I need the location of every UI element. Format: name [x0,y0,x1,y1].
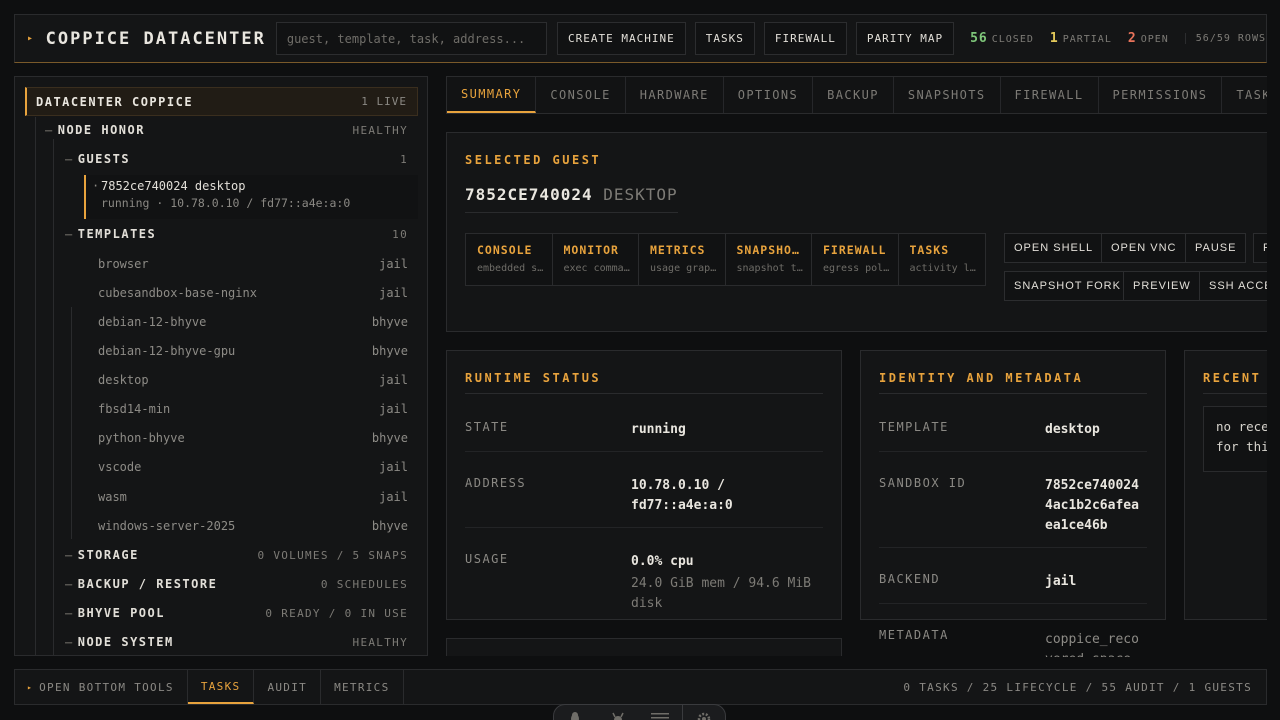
expand-caret-icon: ▸ [27,682,34,692]
tree-guests[interactable]: – GUESTS 1 [65,149,408,169]
identity-title: IDENTITY AND METADATA [879,371,1084,385]
recent-activity-card: RECENT C no recen for this [1184,350,1267,620]
bottom-tab-metrics[interactable]: METRICS [321,670,404,704]
tab-tasks[interactable]: TASKS [1222,77,1267,113]
tree-guide-line [35,117,36,655]
devil-icon[interactable] [597,711,640,720]
app-title: COPPICE DATACENTER [45,28,266,49]
tab-summary[interactable]: SUMMARY [447,77,537,113]
template-item[interactable]: cubesandbox-base-nginx jail [98,283,408,303]
create-machine-button[interactable]: CREATE MACHINE [557,22,686,55]
tree-bhyve-pool[interactable]: – BHYVE POOL 0 READY / 0 IN USE [65,603,408,623]
row-count: 56/59 ROWS [1184,33,1266,44]
tree-guest-item[interactable]: · 7852ce740024 desktop running · 10.78.0… [84,175,418,219]
status-counters: 56 CLOSED 1 PARTIAL 2 OPEN 56/59 ROWS [970,31,1266,46]
tab-backup[interactable]: BACKUP [813,77,894,113]
template-item[interactable]: windows-server-2025 bhyve [98,516,408,536]
sandbox-id-row: SANDBOX ID 7852ce740024 4ac1b2c6afea ea1… [879,476,1147,548]
open-bottom-tools-button[interactable]: ▸ OPEN BOTTOM TOOLS [15,670,188,704]
ssh-access-button[interactable]: SSH ACCE [1199,271,1267,301]
tree-guide-line [53,139,54,655]
quick-monitor[interactable]: MONITORexec commands [553,234,639,285]
bottom-tab-tasks[interactable]: TASKS [187,670,255,704]
selected-guest-title: 7852CE740024 DESKTOP [465,185,678,213]
quick-console[interactable]: CONSOLEembedded shell [466,234,553,285]
bottom-summary: 0 TASKS / 25 LIFECYCLE / 55 AUDIT / 1 GU… [903,680,1252,694]
firewall-button[interactable]: FIREWALL [763,22,847,55]
dock [553,704,726,720]
tab-hardware[interactable]: HARDWARE [626,77,724,113]
quick-metrics[interactable]: METRICS usage graphs [639,234,726,285]
template-item[interactable]: fbsd14-min jail [98,399,408,419]
search-input[interactable] [275,22,548,55]
open-vnc-button[interactable]: OPEN VNC [1101,233,1187,263]
tree-node-system[interactable]: – NODE SYSTEM HEALTHY [65,632,408,652]
backend-row: BACKEND jail [879,572,1147,604]
runtime-status-title: RUNTIME STATUS [465,371,602,385]
tab-options[interactable]: OPTIONS [724,77,814,113]
selected-guest-label: SELECTED GUEST [465,153,602,167]
tab-firewall[interactable]: FIREWALL [1001,77,1099,113]
tree-backup-restore[interactable]: – BACKUP / RESTORE 0 SCHEDULES [65,574,408,594]
template-item[interactable]: wasm jail [98,487,408,507]
open-count: 2 OPEN [1127,31,1169,46]
quick-panels: CONSOLEembedded shell MONITORexec comman… [465,233,986,286]
tree-storage[interactable]: – STORAGE 0 VOLUMES / 5 SNAPS [65,545,408,565]
identity-metadata-card: IDENTITY AND METADATA TEMPLATE desktop S… [860,350,1166,657]
selected-guest-panel: SELECTED GUEST 7852CE740024 DESKTOP CONS… [446,132,1267,332]
bullet-icon: · [92,179,100,193]
quick-tasks[interactable]: TASKS activity log [899,234,986,285]
closed-count: 56 CLOSED [970,31,1034,46]
template-item[interactable]: python-bhyve bhyve [98,428,408,448]
collapse-caret-icon[interactable]: ▸ [27,33,36,44]
top-bar: ▸ COPPICE DATACENTER CREATE MACHINE TASK… [14,14,1267,63]
next-card-edge [446,638,842,656]
preview-button[interactable]: PREVIEW [1123,271,1201,301]
template-item[interactable]: debian-12-bhyve-gpu bhyve [98,341,408,361]
template-item[interactable]: browser jail [98,254,408,274]
template-item[interactable]: vscode jail [98,457,408,477]
address-row: ADDRESS 10.78.0.10 / fd77::a4e:a:0 [465,476,823,528]
open-shell-button[interactable]: OPEN SHELL [1004,233,1104,263]
tab-snapshots[interactable]: SNAPSHOTS [894,77,1001,113]
bottom-tab-audit[interactable]: AUDIT [254,670,322,704]
partial-count: 1 PARTIAL [1049,31,1112,46]
template-item[interactable]: debian-12-bhyve bhyve [98,312,408,332]
tree-templates[interactable]: – TEMPLATES 10 [65,224,408,244]
template-item[interactable]: desktop jail [98,370,408,390]
tab-console[interactable]: CONSOLE [536,77,626,113]
menu-icon[interactable] [639,711,682,720]
template-row: TEMPLATE desktop [879,420,1147,452]
tasks-button[interactable]: TASKS [694,22,755,55]
penguin-icon[interactable] [554,711,597,720]
state-row: STATE running [465,420,823,452]
runtime-status-card: RUNTIME STATUS STATE running ADDRESS 10.… [446,350,842,620]
recent-empty-state: no recen for this [1203,406,1267,472]
gear-icon[interactable] [682,711,725,720]
usage-row: USAGE 0.0% cpu 24.0 GiB mem / 94.6 MiB d… [465,552,823,619]
tree-datacenter[interactable]: DATACENTER COPPICE 1 LIVE [25,87,418,116]
guest-tabs: SUMMARY CONSOLE HARDWARE OPTIONS BACKUP … [446,76,1267,114]
quick-firewall[interactable]: FIREWALLegress policy [812,234,899,285]
resource-tree: DATACENTER COPPICE 1 LIVE – NODE HONOR HE… [14,76,428,656]
tree-guide-line [71,307,72,539]
snapshot-fork-button[interactable]: SNAPSHOT FORK [1004,271,1131,301]
tree-node-honor[interactable]: – NODE HONOR HEALTHY [45,120,408,140]
bottom-tools-bar: ▸ OPEN BOTTOM TOOLS TASKS AUDIT METRICS … [14,669,1267,705]
tab-permissions[interactable]: PERMISSIONS [1099,77,1223,113]
metadata-row: METADATA coppice_reco vered_space [879,628,1139,657]
recent-title: RECENT C [1203,371,1267,385]
pause-button[interactable]: PAUSE [1185,233,1247,263]
restart-button[interactable]: RE [1253,233,1267,263]
quick-snapshots[interactable]: SNAPSHOTSsnapshot tree [726,234,812,285]
parity-map-button[interactable]: PARITY MAP [855,22,955,55]
